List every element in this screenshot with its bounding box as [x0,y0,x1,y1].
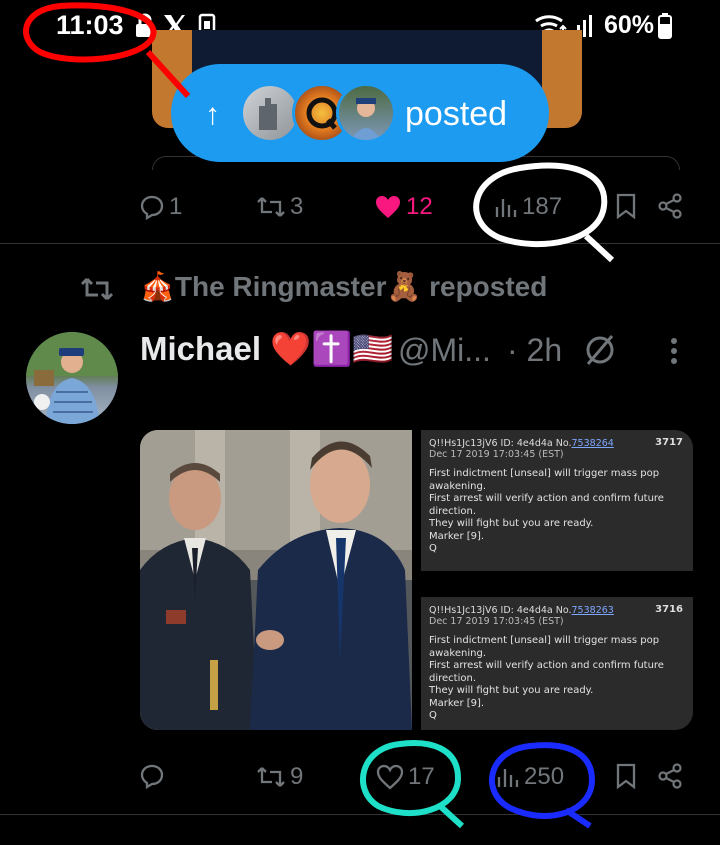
status-time: 11:03 [56,10,124,40]
q-post-body: First indictment [unseal] will trigger m… [429,635,664,721]
share-icon [657,763,683,789]
repost-indicator-icon [80,275,114,308]
q-post-link[interactable]: 7538264 [572,438,614,449]
reply-count: 1 [169,193,183,220]
pill-avatar-1 [240,83,300,143]
author-handle[interactable]: @Mi... [398,332,491,369]
q-post-header: Q!!Hs1Jc13jV6 ID: 4e4d4a No.7538264 [429,438,614,449]
q-post-number: 3716 [655,604,683,615]
new-posts-label: posted [405,95,508,133]
reply-icon [139,194,165,220]
heart-filled-icon [374,194,402,220]
battery-icon [658,13,672,44]
share-icon [657,193,683,219]
q-post-card-2[interactable]: Q!!Hs1Jc13jV6 ID: 4e4d4a No.7538263 3716… [421,597,693,730]
like-button[interactable]: 12 [374,193,433,221]
repost-button[interactable]: 3 [256,193,303,221]
repost-icon [256,194,286,220]
tweet-media[interactable]: Q!!Hs1Jc13jV6 ID: 4e4d4a No.7538264 3717… [140,430,693,730]
more-options-icon[interactable] [666,336,682,373]
views-count: 187 [522,193,563,220]
like-count: 17 [408,763,435,790]
tweet-time: · 2h [507,332,563,368]
tweet-photo[interactable] [140,430,412,730]
repost-attribution[interactable]: 🎪The Ringmaster🧸 reposted [140,270,547,303]
repost-button[interactable]: 9 [256,763,303,791]
views-button[interactable]: 187 [494,193,562,221]
reply-button[interactable] [139,763,169,789]
q-post-body: First indictment [unseal] will trigger m… [429,468,664,554]
tweet-divider [0,243,720,244]
views-count: 250 [524,763,565,790]
q-post-link[interactable]: 7538263 [572,605,614,616]
reply-button[interactable]: 1 [139,193,182,221]
q-post-number: 3717 [655,437,683,448]
bookmark-button[interactable] [615,193,637,219]
grok-icon[interactable] [582,332,618,373]
heart-icon [376,764,404,790]
bookmark-icon [615,193,637,219]
battery-percent: 60% [603,11,654,39]
views-icon [496,765,520,789]
pill-avatar-3 [336,83,396,143]
repost-icon [256,764,286,790]
share-button[interactable] [657,763,683,789]
bookmark-button[interactable] [615,763,637,789]
share-button[interactable] [657,193,683,219]
like-count: 12 [406,193,433,220]
author-name[interactable]: Michael ❤️✝️🇺🇸 [140,330,393,369]
repost-count: 3 [290,193,304,220]
tweet-divider [0,814,720,815]
views-icon [494,195,518,219]
bookmark-icon [615,763,637,789]
q-post-header: Q!!Hs1Jc13jV6 ID: 4e4d4a No.7538263 [429,605,614,616]
like-button[interactable]: 17 [376,763,435,791]
q-post-card-1[interactable]: Q!!Hs1Jc13jV6 ID: 4e4d4a No.7538264 3717… [421,430,693,571]
q-post-date: Dec 17 2019 17:03:45 (EST) [429,449,564,460]
views-button[interactable]: 250 [496,763,564,791]
repost-count: 9 [290,763,304,790]
arrow-up-icon: ↑ [205,98,220,131]
q-post-date: Dec 17 2019 17:03:45 (EST) [429,616,564,627]
reply-icon [139,763,165,789]
author-avatar[interactable] [26,332,118,424]
